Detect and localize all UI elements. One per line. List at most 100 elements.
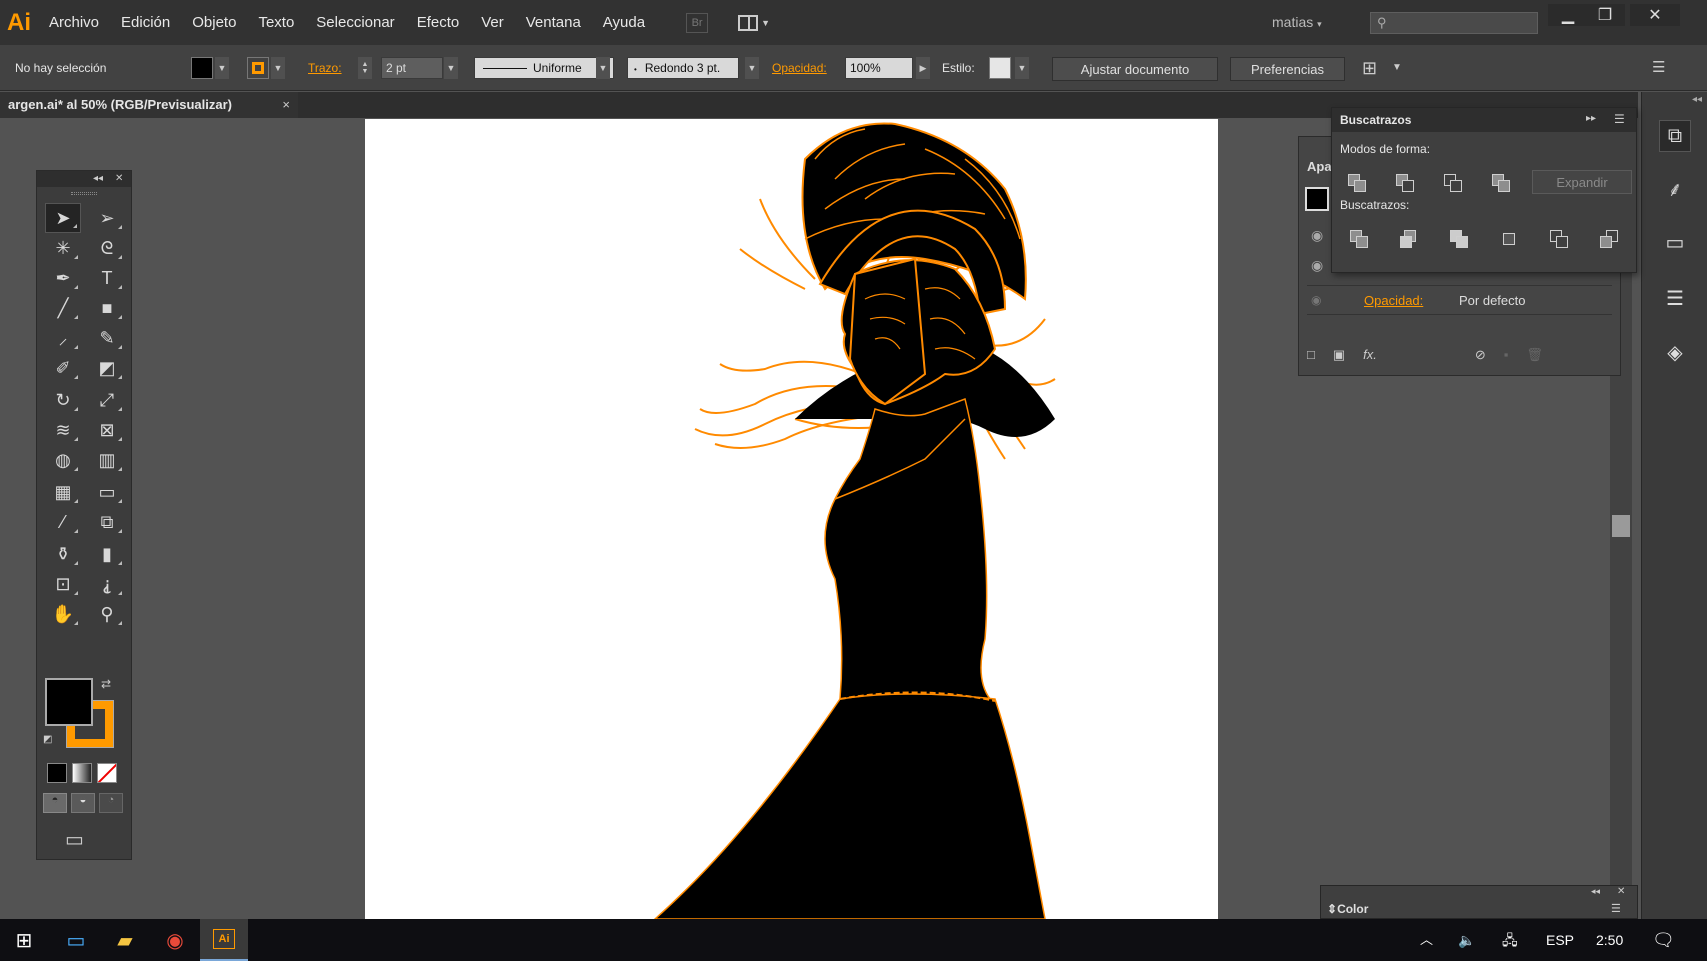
close-icon[interactable]: ✕ (1617, 886, 1625, 897)
rectangle-tool[interactable]: ■ (89, 293, 125, 323)
gradient-mode-button[interactable] (72, 763, 92, 783)
brushes-panel-icon[interactable]: ⸙ (1659, 172, 1691, 204)
menu-texto[interactable]: Texto (247, 0, 305, 45)
close-window-button[interactable]: ✕ (1630, 4, 1680, 26)
control-panel-menu-icon[interactable]: ☰ (1652, 45, 1665, 91)
fill-dropdown[interactable]: ▼ (215, 57, 229, 79)
color-mode-button[interactable] (47, 763, 67, 783)
menu-edicion[interactable]: Edición (110, 0, 181, 45)
opacity-label[interactable]: Opacidad: (772, 45, 827, 91)
none-mode-button[interactable] (97, 763, 117, 783)
eyedropper-tool[interactable]: ⁄ (45, 507, 81, 537)
variable-width-profile[interactable]: Uniforme (474, 57, 614, 79)
perspective-grid-tool[interactable]: ▥ (89, 445, 125, 475)
magic-wand-tool[interactable]: ✳ (45, 233, 81, 263)
minus-front-button[interactable] (1394, 172, 1416, 194)
menu-ventana[interactable]: Ventana (515, 0, 592, 45)
draw-inside-icon[interactable]: ◔ (99, 793, 123, 813)
zoom-tool[interactable]: ⚲ (89, 599, 125, 629)
symbol-sprayer-tool[interactable]: ⚱ (45, 539, 81, 569)
gradient-tool[interactable]: ▭ (89, 477, 125, 507)
user-menu[interactable]: matias ▾ (1272, 0, 1322, 47)
swap-fill-stroke-icon[interactable]: ⇄ (101, 677, 111, 691)
clear-appearance-icon[interactable]: ⊘ (1475, 347, 1486, 367)
free-transform-tool[interactable]: ⊠ (89, 415, 125, 445)
intersect-button[interactable] (1442, 172, 1464, 194)
paintbrush-tool[interactable]: ⸝ (45, 323, 81, 353)
slice-tool[interactable]: ⸘ (89, 569, 125, 599)
appearance-opacity-label[interactable]: Opacidad: (1364, 293, 1423, 308)
pathfinder-header[interactable]: Buscatrazos ▸▸ ☰ (1332, 108, 1636, 132)
stroke-swatch[interactable] (247, 57, 269, 79)
maximize-button[interactable]: ❐ (1585, 4, 1625, 26)
artboard[interactable] (365, 119, 1218, 919)
bridge-button[interactable]: Br (686, 12, 709, 33)
pen-tool[interactable]: ✒ (45, 263, 81, 293)
lasso-tool[interactable]: ᘓ (89, 233, 125, 263)
style-swatch[interactable] (989, 57, 1011, 79)
pathfinder-panel-icon[interactable]: ⧉ (1659, 120, 1691, 152)
collapse-icon[interactable]: ◂◂ (1591, 886, 1600, 897)
visibility-eye-icon[interactable]: ◉ (1311, 293, 1321, 307)
outline-button[interactable] (1548, 228, 1570, 250)
preferences-button[interactable]: Preferencias (1230, 57, 1345, 81)
windows-start-icon[interactable]: ⊞ (0, 919, 48, 961)
action-center-icon[interactable]: 🗨 (1652, 919, 1675, 961)
fill-swatch[interactable] (191, 57, 213, 79)
document-tab[interactable]: argen.ai* al 50% (RGB/Previsualizar) × (0, 92, 298, 118)
scrollbar-thumb[interactable] (1612, 515, 1630, 537)
screen-mode-icon[interactable]: ▭ (65, 827, 84, 852)
merge-button[interactable] (1448, 228, 1470, 250)
document-setup-icon[interactable]: ⊞ (1362, 45, 1377, 91)
brush-definition[interactable]: • Redondo 3 pt. (627, 57, 739, 79)
panel-menu-icon[interactable]: ☰ (1611, 902, 1621, 915)
fx-icon[interactable]: fx. (1363, 347, 1377, 367)
opacity-dropdown[interactable]: ▶ (916, 57, 930, 79)
delete-item-icon[interactable]: 🗑 (1526, 347, 1543, 367)
line-segment-tool[interactable]: ╱ (45, 293, 81, 323)
draw-normal-icon[interactable]: ◓ (43, 793, 67, 813)
column-graph-tool[interactable]: ▮ (89, 539, 125, 569)
blob-brush-tool[interactable]: ✐ (45, 353, 81, 383)
visibility-eye-icon[interactable]: ◉ (1311, 227, 1323, 244)
collapse-icon[interactable]: ◂◂ (93, 171, 103, 187)
hand-tool[interactable]: ✋ (45, 599, 81, 629)
unite-button[interactable] (1346, 172, 1368, 194)
variable-width-dropdown[interactable]: ▼ (596, 57, 610, 79)
language-indicator[interactable]: ESP (1546, 919, 1574, 961)
task-view-icon[interactable]: ▭ (52, 919, 100, 961)
style-dropdown[interactable]: ▼ (1015, 57, 1029, 79)
width-tool[interactable]: ≋ (45, 415, 81, 445)
color-tab[interactable]: ⇕Color (1327, 902, 1368, 916)
expand-button[interactable]: Expandir (1532, 170, 1632, 194)
menu-ver[interactable]: Ver (470, 0, 515, 45)
file-explorer-icon[interactable]: ▰ (101, 919, 149, 961)
clock[interactable]: 2:50 (1596, 919, 1623, 961)
stroke-label[interactable]: Trazo: (308, 45, 342, 91)
menu-efecto[interactable]: Efecto (406, 0, 471, 45)
menu-seleccionar[interactable]: Seleccionar (305, 0, 405, 45)
default-colors-icon[interactable]: ◩ (43, 734, 52, 745)
chevron-down-icon[interactable]: ▼ (1392, 45, 1402, 91)
mesh-tool[interactable]: ▦ (45, 477, 81, 507)
menu-objeto[interactable]: Objeto (181, 0, 247, 45)
blend-tool[interactable]: ⧉ (89, 507, 125, 537)
adjust-document-button[interactable]: Ajustar documento (1052, 57, 1218, 81)
chevron-up-icon[interactable]: ︿ (1420, 919, 1433, 961)
close-icon[interactable]: ✕ (115, 171, 123, 187)
stroke-dropdown[interactable]: ▼ (271, 57, 285, 79)
network-icon[interactable]: 🖧 (1502, 919, 1518, 961)
panel-menu-icon[interactable]: ☰ (1614, 112, 1625, 126)
rotate-tool[interactable]: ↻ (45, 385, 81, 415)
selection-tool[interactable]: ➤ (45, 203, 81, 233)
volume-icon[interactable]: 🔈 (1458, 919, 1475, 961)
stroke-panel-icon[interactable]: ☰ (1659, 282, 1691, 314)
shape-builder-tool[interactable]: ◍ (45, 445, 81, 475)
brush-dropdown[interactable]: ▼ (745, 57, 759, 79)
fill-color-box[interactable] (45, 678, 93, 726)
stroke-weight-dropdown[interactable]: ▼ (444, 57, 458, 79)
collapse-dock-icon[interactable]: ◂◂ (1692, 94, 1702, 105)
illustrator-taskbar-icon[interactable]: Ai (200, 919, 248, 961)
help-search-input[interactable]: ⚲ (1370, 12, 1538, 34)
eraser-tool[interactable]: ◩ (89, 353, 125, 383)
